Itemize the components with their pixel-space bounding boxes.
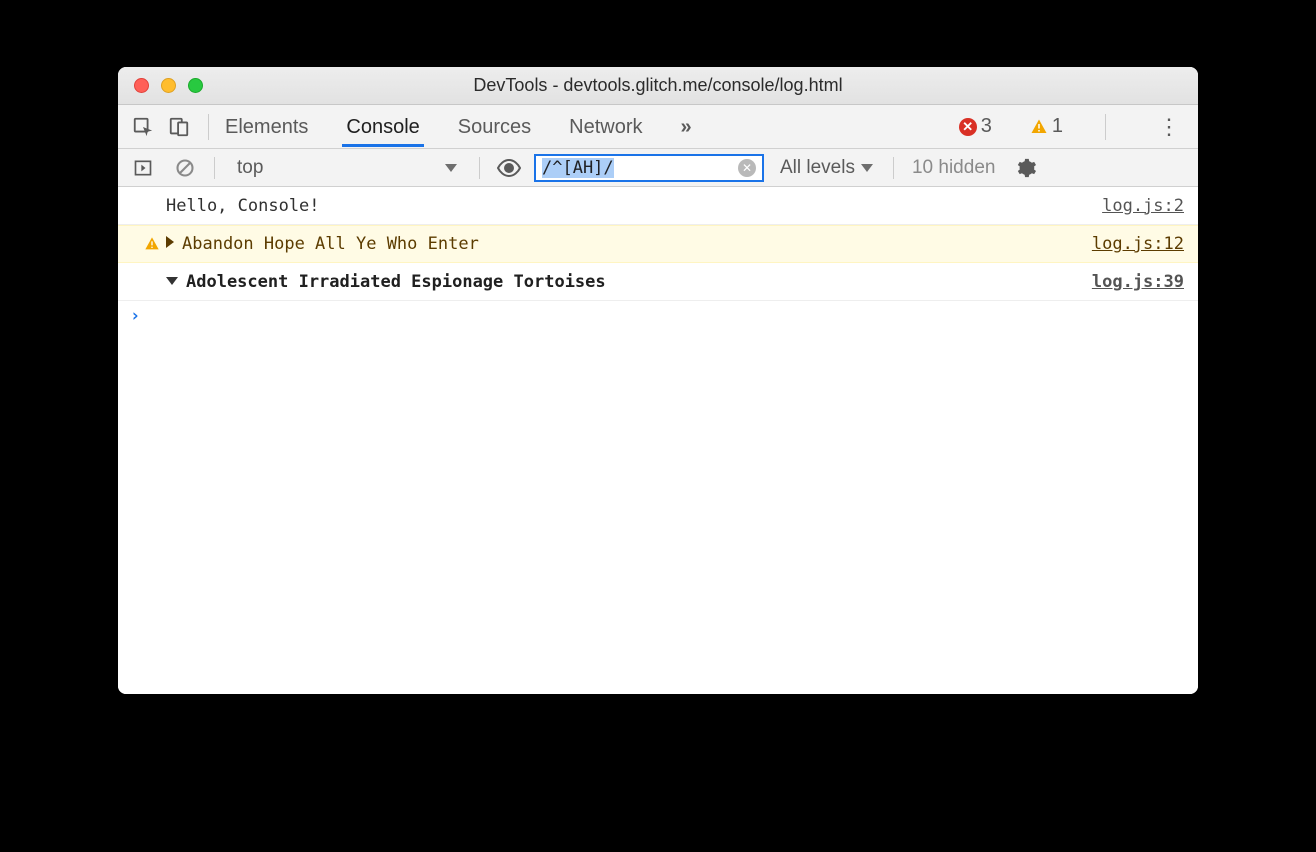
devtools-window: DevTools - devtools.glitch.me/console/lo… bbox=[118, 67, 1198, 694]
chevron-down-icon bbox=[445, 164, 457, 172]
console-message-group[interactable]: Adolescent Irradiated Espionage Tortoise… bbox=[118, 263, 1198, 301]
console-prompt[interactable]: › bbox=[118, 301, 1198, 331]
tab-elements[interactable]: Elements bbox=[221, 106, 312, 147]
clear-filter-icon[interactable]: ✕ bbox=[738, 159, 756, 177]
collapse-icon[interactable] bbox=[166, 274, 178, 289]
divider bbox=[208, 114, 209, 140]
console-messages: Hello, Console! log.js:2 Abandon Hope Al… bbox=[118, 187, 1198, 694]
message-text: Abandon Hope All Ye Who Enter bbox=[182, 234, 1092, 254]
device-toolbar-icon[interactable] bbox=[162, 111, 196, 143]
message-gutter bbox=[118, 236, 166, 252]
console-message-warn[interactable]: Abandon Hope All Ye Who Enter log.js:12 bbox=[118, 225, 1198, 263]
warning-count-badge[interactable]: 1 bbox=[1030, 115, 1063, 138]
message-text: Adolescent Irradiated Espionage Tortoise… bbox=[186, 272, 1092, 292]
error-count-badge[interactable]: ✕ 3 bbox=[959, 115, 992, 138]
warning-count: 1 bbox=[1052, 115, 1063, 138]
clear-console-icon[interactable] bbox=[168, 152, 202, 184]
message-source-link[interactable]: log.js:2 bbox=[1102, 196, 1184, 216]
warning-icon bbox=[1030, 118, 1048, 136]
main-tabstrip: Elements Console Sources Network » ✕ 3 1… bbox=[118, 105, 1198, 149]
levels-label: All levels bbox=[780, 157, 855, 179]
message-text: Hello, Console! bbox=[166, 196, 1102, 216]
message-source-link[interactable]: log.js:12 bbox=[1092, 234, 1184, 254]
message-source-link[interactable]: log.js:39 bbox=[1092, 272, 1184, 292]
hidden-count[interactable]: 10 hidden bbox=[906, 157, 1001, 179]
divider bbox=[479, 157, 480, 179]
filter-input[interactable]: /^[AH]/ ✕ bbox=[534, 154, 764, 182]
main-tabs: Elements Console Sources Network » ✕ 3 1… bbox=[221, 106, 1190, 147]
context-label: top bbox=[237, 157, 263, 179]
expand-icon[interactable] bbox=[166, 236, 174, 252]
window-title: DevTools - devtools.glitch.me/console/lo… bbox=[118, 75, 1198, 96]
titlebar: DevTools - devtools.glitch.me/console/lo… bbox=[118, 67, 1198, 105]
chevron-down-icon bbox=[861, 164, 873, 172]
tab-console[interactable]: Console bbox=[342, 106, 423, 147]
toggle-sidebar-icon[interactable] bbox=[126, 152, 160, 184]
context-selector[interactable]: top bbox=[227, 157, 467, 179]
console-toolbar: top /^[AH]/ ✕ All levels 10 hidden bbox=[118, 149, 1198, 187]
prompt-chevron-icon: › bbox=[130, 306, 140, 326]
error-count: 3 bbox=[981, 115, 992, 138]
tabs-overflow-button[interactable]: » bbox=[677, 106, 696, 147]
filter-text: /^[AH]/ bbox=[542, 158, 732, 178]
more-options-icon[interactable]: ⋮ bbox=[1148, 114, 1190, 140]
tab-network[interactable]: Network bbox=[565, 106, 646, 147]
inspect-element-icon[interactable] bbox=[126, 111, 160, 143]
divider bbox=[893, 157, 894, 179]
live-expression-icon[interactable] bbox=[492, 152, 526, 184]
warning-icon bbox=[144, 236, 160, 252]
log-levels-selector[interactable]: All levels bbox=[772, 157, 881, 179]
divider bbox=[1105, 114, 1106, 140]
tab-sources[interactable]: Sources bbox=[454, 106, 535, 147]
divider bbox=[214, 157, 215, 179]
error-icon: ✕ bbox=[959, 118, 977, 136]
console-settings-icon[interactable] bbox=[1009, 152, 1043, 184]
console-message-log[interactable]: Hello, Console! log.js:2 bbox=[118, 187, 1198, 225]
